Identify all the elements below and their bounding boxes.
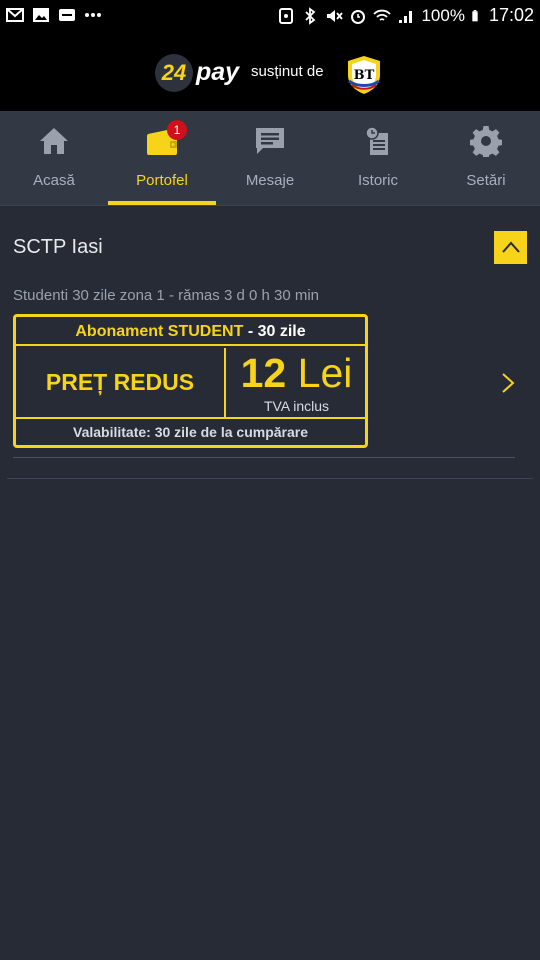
clock: 17:02 (488, 5, 534, 25)
signal-icon (399, 10, 413, 23)
tab-label: Istoric (357, 172, 398, 189)
chevron-up-icon (502, 241, 520, 253)
tab-label: Setări (466, 172, 506, 189)
more-notifications-icon (85, 13, 101, 17)
ticket-promo: PREȚ REDUS (16, 348, 226, 417)
sponsor-text: susținut de (251, 63, 324, 80)
home-icon (40, 128, 68, 154)
mute-icon (327, 9, 344, 22)
ticket-price-box: 12 Lei TVA inclus (228, 348, 365, 417)
battery-icon (472, 9, 478, 21)
ticket-price: 12 Lei (228, 350, 365, 396)
brand-logo-24: 24 (155, 54, 193, 92)
tab-label: Mesaje (245, 172, 295, 189)
message-icon (256, 128, 284, 154)
battery-percent: 100% (421, 5, 465, 25)
ticket-title-suffix: - 30 zile (247, 323, 306, 340)
alarm-icon (351, 9, 366, 24)
tab-history[interactable]: Istoric (324, 111, 432, 205)
app-header: 24 pay susținut de BT (0, 34, 540, 111)
tab-bar: Acasă Portofel Mesaje Istoric Setări (0, 111, 540, 205)
tab-label: Acasă (33, 172, 75, 189)
tab-wallet[interactable]: Portofel (108, 111, 216, 205)
operator-title: SCTP Iasi (13, 236, 103, 258)
vat-note: TVA inclus (263, 398, 330, 414)
history-icon (365, 126, 388, 155)
wifi-icon (373, 9, 392, 21)
ticket-validity: Valabilitate: 30 zile de la cumpărare (16, 417, 365, 445)
divider (0, 205, 540, 206)
chevron-right-icon[interactable] (500, 372, 516, 394)
subscription-ticket-card[interactable]: Abonament STUDENT - 30 zile PREȚ REDUS 1… (13, 314, 368, 448)
collapse-button[interactable] (494, 231, 527, 264)
tab-label: Portofel (136, 172, 188, 189)
ticket-title: Abonament STUDENT - 30 zile (16, 317, 365, 346)
subscription-description: Studenti 30 zile zona 1 - rămas 3 d 0 h … (13, 287, 320, 304)
divider (13, 457, 515, 458)
ticket-title-highlight: Abonament STUDENT (75, 323, 244, 340)
gmail-icon (6, 8, 24, 22)
status-bar: 100% 17:02 (0, 0, 540, 34)
tab-settings[interactable]: Setări (432, 111, 540, 205)
svg-text:BT: BT (354, 68, 375, 83)
gallery-icon (33, 8, 49, 22)
tab-messages[interactable]: Mesaje (216, 111, 324, 205)
bluetooth-icon (305, 6, 316, 25)
bt-bank-logo: BT (348, 56, 380, 94)
brand-logo-pay: pay (196, 58, 240, 86)
nfc-icon (279, 7, 294, 24)
tab-home[interactable]: Acasă (0, 111, 108, 205)
wallet-notification-badge: 1 (167, 120, 187, 140)
price-value: 12 (240, 350, 287, 396)
price-currency: Lei (297, 350, 353, 396)
gear-icon (470, 126, 502, 157)
sms-icon (59, 9, 75, 21)
divider (7, 478, 533, 479)
